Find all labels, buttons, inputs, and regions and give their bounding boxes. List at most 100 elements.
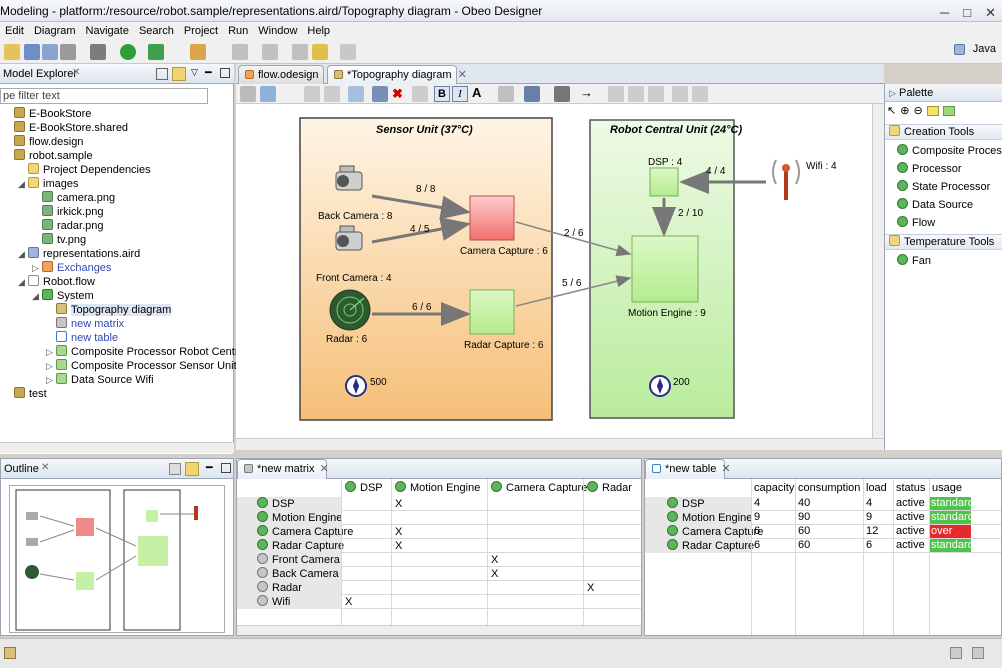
table-cell[interactable]: 60 [798, 539, 810, 552]
usage-badge[interactable]: standard [929, 497, 974, 510]
view-menu-icon[interactable]: ▽ [191, 67, 198, 78]
collapse-arrow-icon[interactable]: ▷ [889, 88, 896, 98]
matrix-row-header[interactable]: Wifi [237, 595, 341, 609]
fill-color-icon[interactable] [498, 86, 514, 102]
progress-icon[interactable] [950, 647, 962, 659]
tree-item[interactable]: robot.sample [4, 149, 93, 163]
tree-item[interactable]: test [4, 387, 47, 401]
table-column-header[interactable]: load [866, 481, 887, 495]
search-icon[interactable] [190, 44, 206, 60]
select-all-icon[interactable] [324, 86, 340, 102]
matrix-cell[interactable]: X [395, 525, 402, 539]
filter-input[interactable]: pe filter text [0, 88, 208, 104]
tree-item[interactable]: new matrix [46, 317, 124, 331]
matrix-column-header[interactable]: Motion Engine [391, 481, 480, 495]
matrix-row-header[interactable]: Motion Engine [237, 511, 342, 525]
zoom-icon[interactable] [412, 86, 428, 102]
bold-button[interactable]: B [434, 86, 450, 102]
close-button[interactable]: ✕ [985, 2, 996, 24]
table-cell[interactable]: 4 [866, 497, 872, 510]
table-cell[interactable]: 12 [866, 525, 878, 538]
matrix-row-header[interactable]: Back Camera [237, 567, 341, 581]
run-external-icon[interactable] [148, 44, 164, 60]
tab-new-matrix[interactable]: *new matrix ✕ [237, 459, 329, 479]
run-icon[interactable] [120, 44, 136, 60]
matrix-row-header[interactable]: Radar Capture [237, 539, 344, 553]
matrix-row-header[interactable]: Front Camera [237, 553, 341, 567]
usage-badge[interactable]: standard [929, 511, 974, 524]
maximize-view-icon[interactable] [220, 68, 230, 78]
sensor-unit-container[interactable] [299, 117, 553, 421]
palette-tool[interactable]: Fan [897, 252, 931, 270]
table-column-header[interactable]: capacity [754, 481, 794, 495]
last-edit-icon[interactable] [292, 44, 308, 60]
delete-icon[interactable]: ✖ [392, 86, 403, 102]
minimize-view-icon[interactable]: ━ [206, 461, 213, 474]
table-row-header[interactable]: DSP [645, 497, 751, 511]
font-color-icon[interactable]: A [472, 85, 481, 100]
tree-item[interactable]: irkick.png [32, 205, 103, 219]
expand-toggle-icon[interactable]: ▷ [46, 345, 56, 359]
table-cell[interactable]: 6 [754, 525, 760, 538]
menu-run[interactable]: Run [223, 22, 253, 40]
diagram-canvas[interactable]: Sensor Unit (37°C) Robot Central Unit (2… [236, 104, 884, 450]
close-icon[interactable]: ✕ [458, 69, 467, 81]
copy-format-icon[interactable] [628, 86, 644, 102]
expand-toggle-icon[interactable]: ◢ [18, 177, 28, 191]
matrix-column-header[interactable]: DSP [341, 481, 383, 495]
tree-item[interactable]: ◢ images [18, 177, 78, 191]
maximize-view-icon[interactable] [221, 463, 231, 473]
table-cell[interactable]: active [896, 497, 925, 510]
debug-icon[interactable] [90, 44, 106, 60]
save-icon[interactable] [24, 44, 40, 60]
camera-capture-node[interactable] [469, 195, 515, 241]
fan-icon[interactable] [345, 375, 367, 397]
perspective-switcher[interactable]: Java [953, 43, 996, 55]
table-column-header[interactable]: status [896, 481, 925, 495]
table-cell[interactable]: active [896, 511, 925, 524]
tab-flow-odesign[interactable]: flow.odesign [238, 65, 324, 85]
palette-tool[interactable]: Composite Processor [897, 142, 1002, 160]
diagram-horizontal-scrollbar[interactable] [236, 438, 884, 450]
radar-capture-node[interactable] [469, 289, 515, 335]
minimize-view-icon[interactable]: ━ [205, 66, 212, 79]
expand-toggle-icon[interactable]: ▷ [46, 373, 56, 387]
matrix-row-header[interactable]: Radar [237, 581, 341, 595]
maximize-button[interactable]: □ [963, 2, 971, 24]
outline-tree-icon[interactable] [169, 463, 181, 475]
tree-item[interactable]: camera.png [32, 191, 115, 205]
radar-icon[interactable] [329, 289, 371, 331]
table-row-header[interactable]: Radar Capture [645, 539, 754, 553]
tree-item[interactable]: flow.design [4, 135, 83, 149]
outline-tab[interactable]: Outline [4, 463, 39, 475]
tree-item[interactable]: ◢ representations.aird [18, 247, 140, 261]
table-cell[interactable]: active [896, 539, 925, 552]
model-explorer-tab[interactable]: Model Explorer [3, 68, 77, 80]
text-icon[interactable] [942, 106, 955, 116]
wifi-antenna-icon[interactable] [772, 159, 800, 200]
table-cell[interactable]: 6 [866, 539, 872, 552]
matrix-column-header[interactable]: Camera Capture [487, 481, 587, 495]
table-cell[interactable]: 40 [798, 497, 810, 510]
zoom-out-icon[interactable]: ⊖ [913, 104, 922, 117]
tree-item[interactable]: ▷ Composite Processor Sensor Unit [46, 359, 237, 373]
snap-grid-icon[interactable] [672, 86, 688, 102]
tab-new-table[interactable]: *new table ✕ [645, 459, 731, 479]
tree-item[interactable]: radar.png [32, 219, 103, 233]
tree-item[interactable]: E-BookStore.shared [4, 121, 128, 135]
tree-item[interactable]: tv.png [32, 233, 86, 247]
zoom-in-icon[interactable]: ⊕ [900, 104, 909, 117]
table-cell[interactable]: 6 [754, 539, 760, 552]
palette-tool[interactable]: Processor [897, 160, 962, 178]
matrix-grid[interactable]: DSP Motion Engine Camera Capture Radar DSP X M… [237, 479, 641, 625]
tree-item[interactable]: Topography diagram [46, 303, 172, 317]
italic-button[interactable]: I [452, 86, 468, 102]
refresh-icon[interactable] [240, 86, 256, 102]
select-tool-icon[interactable]: ↖ [887, 104, 896, 117]
matrix-cell[interactable]: X [587, 581, 594, 595]
tree-item[interactable]: ▷ Data Source Wifi [46, 373, 154, 387]
expand-toggle-icon[interactable]: ▷ [46, 359, 56, 373]
motion-engine-node[interactable] [631, 235, 699, 303]
menu-project[interactable]: Project [179, 22, 223, 40]
table-cell[interactable]: 4 [754, 497, 760, 510]
